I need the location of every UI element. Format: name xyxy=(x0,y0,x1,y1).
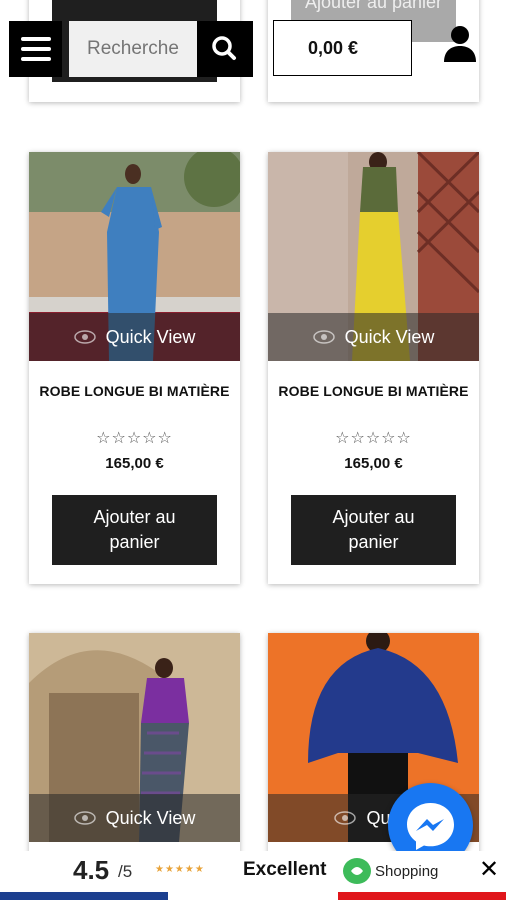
menu-button[interactable] xyxy=(9,21,62,77)
search-input[interactable] xyxy=(69,21,197,77)
brand-logo-icon xyxy=(343,858,371,884)
rating-stars: ★★★★★ xyxy=(155,864,205,875)
account-button[interactable] xyxy=(440,24,480,66)
flag-stripe-blue xyxy=(0,892,168,900)
product-image[interactable]: Quick View xyxy=(29,633,240,842)
flag-stripe-red xyxy=(338,892,506,900)
eye-icon xyxy=(334,811,357,825)
search-button[interactable] xyxy=(197,21,253,77)
rating-scale: /5 xyxy=(118,862,133,881)
rating-score: 4.5 xyxy=(73,855,110,885)
add-to-cart-button[interactable]: Ajouter au panier xyxy=(291,495,456,565)
rating-stars: ☆☆☆☆☆ xyxy=(335,430,412,447)
product-card: Quick View xyxy=(29,633,240,863)
quick-view-button[interactable]: Quick View xyxy=(29,313,240,361)
add-to-cart-label: Ajouter au panier xyxy=(304,0,443,12)
product-title[interactable]: ROBE LONGUE BI MATIÈRE xyxy=(278,381,469,401)
rating-label: Excellent xyxy=(243,859,327,880)
product-image[interactable]: Quick View xyxy=(268,152,479,361)
product-card: Quick View ROBE LONGUE BI MATIÈRE ☆☆☆☆☆ … xyxy=(268,152,479,584)
product-card: Quick View ROBE LONGUE BI MATIÈRE ☆☆☆☆☆ … xyxy=(29,152,240,584)
user-icon xyxy=(444,26,476,62)
flag-stripe-white xyxy=(168,892,338,900)
eye-icon xyxy=(73,330,96,344)
eye-icon xyxy=(312,330,335,344)
menu-bar xyxy=(20,47,51,51)
quick-view-button[interactable]: Quick View xyxy=(268,313,479,361)
cart-total-button[interactable]: 0,00 € xyxy=(273,20,412,76)
quick-view-label: Quick View xyxy=(105,326,196,347)
brand-name: Shopping xyxy=(375,863,439,880)
product-price: 165,00 € xyxy=(344,455,403,472)
add-to-cart-button[interactable]: Ajouter au panier xyxy=(52,495,217,565)
quick-view-label: Quick View xyxy=(105,807,196,828)
quick-view-button[interactable]: Quick View xyxy=(29,794,240,842)
close-icon[interactable]: ✕ xyxy=(479,855,499,884)
product-image[interactable]: Quick View xyxy=(29,152,240,361)
product-price: 165,00 € xyxy=(105,455,164,472)
cart-total: 0,00 € xyxy=(308,37,359,58)
rating-stars: ☆☆☆☆☆ xyxy=(96,430,173,447)
eye-icon xyxy=(73,811,96,825)
menu-bar xyxy=(20,37,51,41)
search-icon xyxy=(212,36,236,60)
menu-bar xyxy=(20,57,51,61)
product-title[interactable]: ROBE LONGUE BI MATIÈRE xyxy=(39,381,230,401)
quick-view-label: Quick View xyxy=(344,326,435,347)
